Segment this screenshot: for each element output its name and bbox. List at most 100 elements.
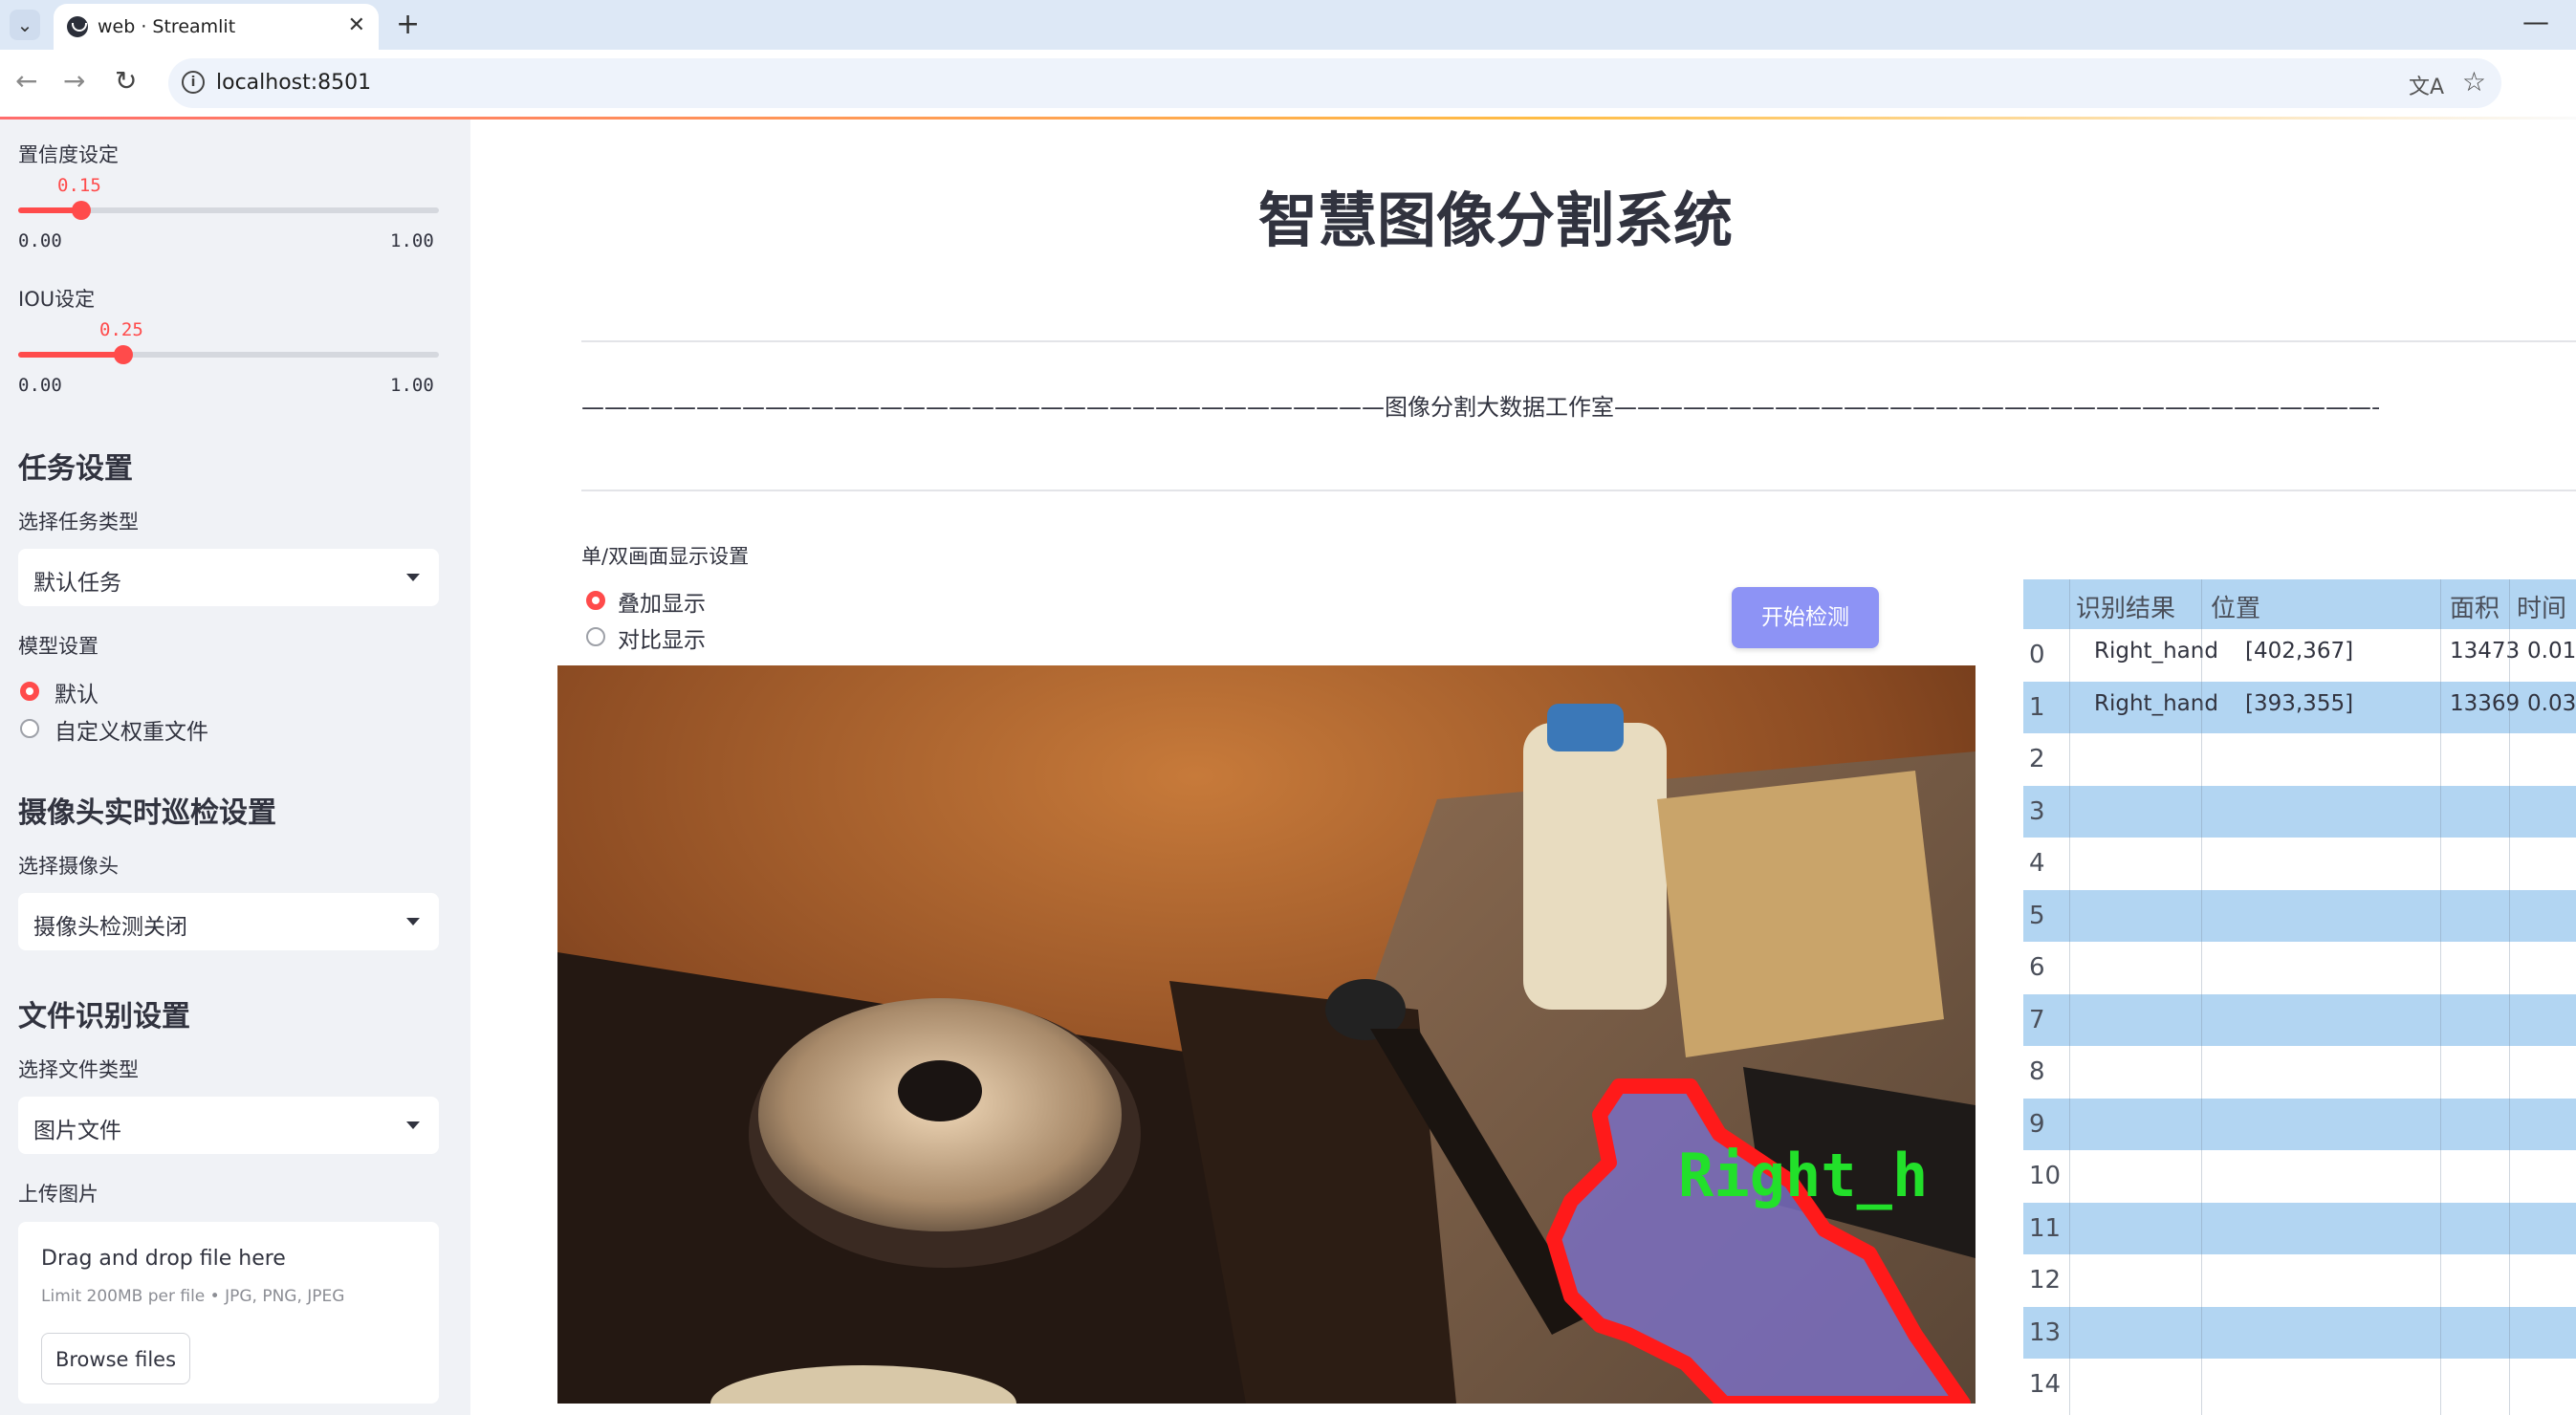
row-index: 11 [2029,1213,2062,1243]
browse-files-button[interactable]: Browse files [41,1333,190,1384]
display-settings-label: 单/双画面显示设置 [581,545,750,568]
kitchen-scene: Right_h [557,665,1976,1404]
table-header: 识别结果 位置 面积 时间 [2023,579,2576,629]
browser-tab[interactable]: web · Streamlit ✕ [54,4,379,50]
cell-result: Right_hand [2094,639,2218,664]
task-settings-heading: 任务设置 [18,452,133,486]
page-title: 智慧图像分割系统 [1257,185,1733,255]
browser-tab-bar: ⌄ web · Streamlit ✕ + — [0,0,2576,50]
back-icon[interactable]: ← [15,65,37,97]
bookmark-star-icon[interactable]: ☆ [2462,66,2486,98]
model-option-default[interactable]: 默认 [55,676,98,708]
cell-position: [393,355] [2245,690,2354,716]
model-radio-default[interactable] [20,682,39,701]
dropzone-title: Drag and drop file here [41,1247,286,1271]
translate-icon[interactable]: 文A [2409,70,2444,100]
streamlit-favicon-icon [67,16,88,37]
column-divider [2440,579,2441,1415]
model-radio-custom[interactable] [20,719,39,738]
iou-value: 0.25 [99,319,143,340]
row-index: 7 [2029,1005,2045,1034]
file-type-value: 图片文件 [33,1119,121,1143]
table-row[interactable]: 11 [2023,1202,2576,1254]
detection-label: Right_h [1678,1141,1928,1210]
table-row[interactable]: 1 Right_hand [393,355] 13369 0.03 [2023,681,2576,733]
start-detection-button[interactable]: 开始检测 [1732,587,1879,648]
row-index: 9 [2029,1109,2045,1139]
display-radio-overlay[interactable] [586,591,605,610]
forward-icon[interactable]: → [63,65,85,97]
cell-time: 0.03 [2527,690,2576,716]
divider-bottom [581,490,2576,491]
url-text: localhost:8501 [216,71,372,95]
results-table[interactable]: 识别结果 位置 面积 时间 0 Right_hand [402,367] 13 4 7 3 0… [2023,579,2576,1415]
row-index: 12 [2029,1266,2062,1295]
column-header-position[interactable]: 位置 [2211,589,2260,624]
reload-icon[interactable]: ↻ [115,65,137,97]
page-title-container: 智慧图像分割系统 [0,172,2576,258]
table-row[interactable]: 14 [2023,1359,2576,1410]
cell-time: 0.01 [2527,639,2576,664]
iou-slider[interactable] [18,345,439,364]
camera-settings-heading: 摄像头实时巡检设置 [18,796,276,830]
table-row[interactable]: 3 [2023,785,2576,838]
address-bar: ← → ↻ i localhost:8501 文A ☆ [0,50,2576,117]
column-header-result[interactable]: 识别结果 [2076,589,2175,624]
iou-slider-fill [18,352,123,358]
file-type-select[interactable]: 图片文件 [18,1097,439,1154]
row-index: 13 [2029,1317,2062,1347]
table-row[interactable]: 12 [2023,1254,2576,1306]
row-index: 1 [2029,692,2045,722]
dropzone-limits: Limit 200MB per file • JPG, PNG, JPEG [41,1287,345,1306]
table-row[interactable]: 0 Right_hand [402,367] 13473 0.01 [2023,629,2576,681]
minimize-icon[interactable]: — [2522,6,2549,37]
tab-search-icon[interactable]: ⌄ [10,10,40,40]
file-settings-heading: 文件识别设置 [18,1000,190,1034]
column-divider [2509,579,2510,1415]
tab-title: web · Streamlit [98,16,236,37]
table-row[interactable]: 7 [2023,993,2576,1046]
model-settings-label: 模型设置 [18,635,98,658]
table-row[interactable]: 2 [2023,733,2576,785]
confidence-label: 置信度设定 [18,143,119,166]
task-type-select[interactable]: 默认任务 [18,549,439,606]
table-row[interactable]: 5 [2023,889,2576,942]
row-index: 5 [2029,901,2045,930]
table-row[interactable]: 8 [2023,1046,2576,1098]
display-option-overlay[interactable]: 叠加显示 [618,585,706,618]
table-row[interactable]: 4 [2023,838,2576,889]
row-index: 0 [2029,641,2045,669]
column-divider [2069,579,2070,1415]
row-index: 6 [2029,953,2045,982]
divider-top [581,340,2576,342]
cell-position: [402,367] [2245,639,2354,664]
camera-select-value: 摄像头检测关闭 [33,915,187,940]
display-radio-compare[interactable] [586,627,605,646]
model-option-custom[interactable]: 自定义权重文件 [55,713,208,746]
chevron-down-icon [406,574,420,581]
url-field[interactable]: i localhost:8501 文A ☆ [168,58,2501,108]
column-header-time[interactable]: 时间 [2517,589,2566,624]
site-info-icon[interactable]: i [182,71,205,94]
table-row[interactable]: 9 [2023,1098,2576,1150]
iou-label: IOU设定 [18,288,96,311]
camera-select-label: 选择摄像头 [18,855,119,878]
task-type-value: 默认任务 [33,571,121,596]
table-row[interactable]: 6 [2023,942,2576,993]
close-icon[interactable]: ✕ [348,13,365,37]
row-index: 3 [2029,796,2045,826]
detection-result-image: Right_h [557,665,1976,1404]
column-header-area[interactable]: 面积 [2450,589,2500,624]
studio-divider-text: ———————————————————————————————————图像分割大… [581,394,2379,421]
new-tab-icon[interactable]: + [396,8,420,41]
row-index: 2 [2029,745,2045,773]
row-index: 8 [2029,1057,2045,1086]
iou-slider-thumb[interactable] [114,345,133,364]
column-divider [2201,579,2202,1415]
table-row[interactable]: 13 [2023,1306,2576,1359]
file-dropzone[interactable]: Drag and drop file here Limit 200MB per … [18,1222,439,1404]
camera-select[interactable]: 摄像头检测关闭 [18,893,439,950]
table-row[interactable]: 10 [2023,1150,2576,1202]
chevron-down-icon [406,1121,420,1129]
display-option-compare[interactable]: 对比显示 [618,621,706,654]
